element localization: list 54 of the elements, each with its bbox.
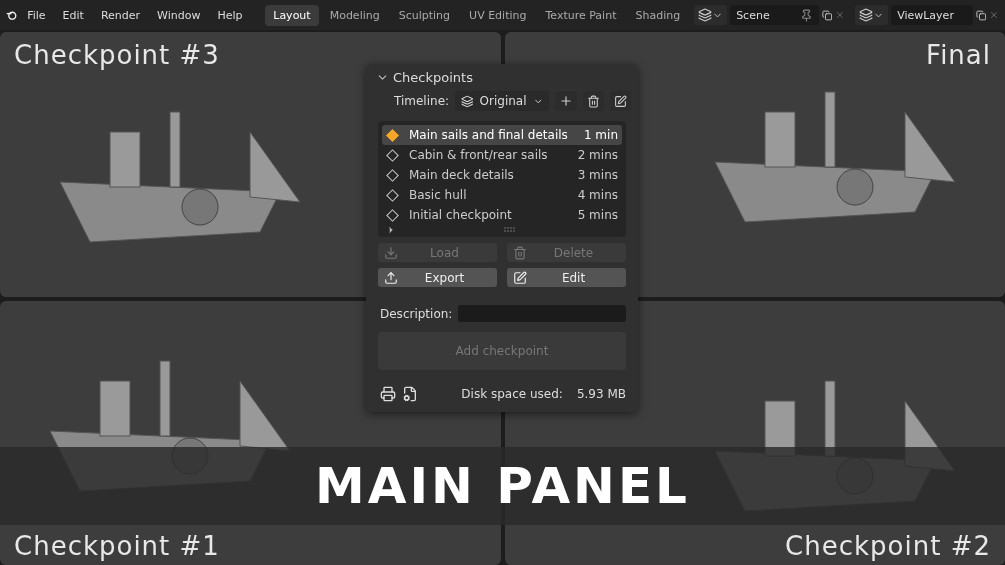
timeline-label: Timeline: <box>394 94 450 108</box>
description-label: Description: <box>380 306 453 321</box>
viewport-label: Checkpoint #2 <box>785 531 991 561</box>
checkpoint-item[interactable]: Main sails and final details 1 min <box>382 125 622 145</box>
checkpoint-name: Basic hull <box>409 188 468 202</box>
scene-field[interactable]: Scene <box>730 5 819 25</box>
layers-icon <box>859 8 874 22</box>
menu-item[interactable]: File <box>20 5 53 25</box>
workspace-tab[interactable]: UV Editing <box>461 4 535 26</box>
resize-handle-icon[interactable] <box>504 227 516 233</box>
export-button[interactable]: Export <box>378 268 497 287</box>
delete-timeline-button[interactable] <box>583 91 605 111</box>
edit-button[interactable]: Edit <box>507 268 626 287</box>
menu-item[interactable]: Help <box>210 5 250 25</box>
plus-icon <box>559 94 574 108</box>
scene-type-button[interactable] <box>694 5 728 25</box>
expand-icon[interactable] <box>386 225 396 235</box>
timeline-dropdown[interactable]: Original <box>455 91 550 111</box>
panel-title: Checkpoints <box>393 70 473 85</box>
copy-icon[interactable] <box>975 7 987 23</box>
workspace-tab[interactable]: Texture Paint <box>537 4 625 26</box>
checkpoint-time: 4 mins <box>577 188 618 202</box>
checkpoint-time: 2 mins <box>577 148 618 162</box>
keyframe-icon <box>386 128 399 142</box>
viewport-label: Checkpoint #1 <box>14 531 220 561</box>
workspace-tab[interactable]: Shading <box>627 4 689 26</box>
trash-icon <box>587 94 601 108</box>
checkpoint-time: 5 mins <box>577 208 618 222</box>
add-timeline-button[interactable] <box>555 91 578 111</box>
view-layer-type-button[interactable] <box>855 5 889 25</box>
menu-item[interactable]: Edit <box>55 5 91 25</box>
edit-timeline-button[interactable] <box>610 91 632 111</box>
layers-icon <box>461 94 474 108</box>
viewport-label: Final <box>926 40 991 70</box>
workspace-tab[interactable]: Sculpting <box>390 4 459 26</box>
menu-item[interactable]: Render <box>93 5 148 25</box>
edit-icon <box>513 270 527 285</box>
export-icon <box>384 270 398 285</box>
edit-icon <box>614 94 628 108</box>
load-icon <box>384 245 398 260</box>
checkpoint-time: 1 min <box>583 128 618 142</box>
pin-icon[interactable] <box>799 8 813 22</box>
delete-icon <box>513 245 527 260</box>
layers-icon <box>698 8 713 22</box>
workspace-tab[interactable]: Layout <box>265 4 319 26</box>
disk-space-value: 5.93 MB <box>576 387 626 401</box>
workspace-tab[interactable]: Modeling <box>321 4 388 26</box>
printer-icon[interactable] <box>380 386 396 402</box>
checkpoint-time: 3 mins <box>577 168 618 182</box>
viewport-label: Checkpoint #3 <box>14 40 220 70</box>
copy-icon[interactable] <box>821 7 833 23</box>
menu-item[interactable]: Window <box>150 5 208 25</box>
view-layer-field[interactable]: ViewLayer <box>891 5 973 25</box>
file-settings-icon[interactable] <box>402 386 418 402</box>
